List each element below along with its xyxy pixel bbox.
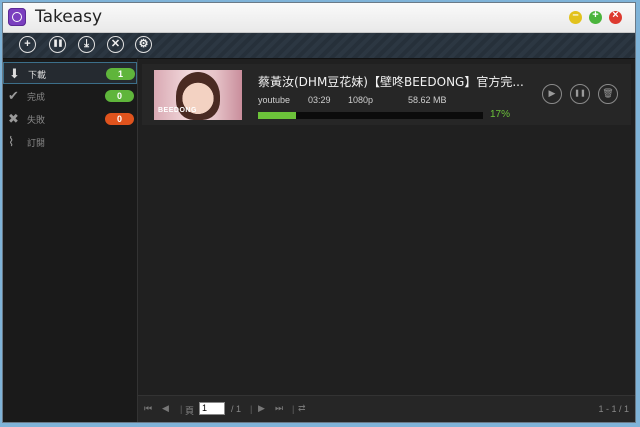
play-icon: ▶: [548, 88, 556, 98]
download-source: youtube: [258, 95, 291, 105]
video-thumbnail: BEEDONG: [154, 70, 242, 120]
download-list: BEEDONG 蔡黃汝(DHM豆花妹)【壁咚BEEDONG】官方完... you…: [138, 59, 635, 396]
sidebar-item-downloading[interactable]: ⬇ 下載 1: [3, 62, 137, 84]
delete-button[interactable]: 🗑: [598, 84, 618, 104]
download-size: 58.62 MB: [408, 95, 447, 105]
download-item[interactable]: BEEDONG 蔡黃汝(DHM豆花妹)【壁咚BEEDONG】官方完... you…: [142, 64, 631, 125]
page-range: 1 - 1 / 1: [598, 404, 629, 414]
cancel-download-button[interactable]: ✕: [107, 36, 124, 53]
sidebar-item-subscriptions[interactable]: ⌇ 訂閱: [3, 131, 137, 153]
sidebar-item-completed[interactable]: ✔ 完成 0: [3, 85, 137, 107]
cancel-icon: ✕: [110, 38, 121, 50]
rss-icon: ⌇: [8, 134, 15, 149]
check-icon: ✔: [8, 88, 19, 103]
progress-bar: [258, 112, 483, 119]
page-total: / 1: [231, 404, 242, 414]
pagination-bar: ⏮ ◀ | 頁 1 / 1 | ▶ ⏭ | ⇄ 1 - 1 / 1: [138, 395, 635, 422]
progress-fill: [258, 112, 297, 119]
count-badge: 0: [105, 113, 134, 125]
sidebar-item-label: 下載: [28, 71, 47, 81]
pause-all-icon: ❚❚: [52, 40, 64, 47]
plus-icon: +: [24, 38, 31, 50]
app-logo-icon: [8, 8, 26, 26]
sidebar: ⬇ 下載 1 ✔ 完成 0 ✖ 失敗 0 ⌇ 訂閱: [3, 59, 138, 422]
prev-page-icon[interactable]: ◀: [162, 403, 169, 414]
maximize-button[interactable]: +: [589, 9, 602, 24]
app-window: Takeasy – + × + ❚❚ ⤓ ✕ ⚙ ⬇ 下載 1 ✔ 完成 0 ✖…: [2, 2, 636, 423]
settings-icon: ⚙: [138, 38, 149, 50]
add-download-button[interactable]: +: [19, 36, 36, 53]
toolbar: + ❚❚ ⤓ ✕ ⚙: [3, 33, 635, 59]
trash-icon: 🗑: [602, 88, 614, 98]
sidebar-item-label: 訂閱: [27, 139, 46, 149]
close-window-button[interactable]: ×: [609, 9, 622, 24]
page-label: 頁: [185, 406, 195, 416]
download-quality: 1080p: [348, 95, 374, 105]
download-tray-icon: ⬇: [9, 66, 20, 81]
pause-button[interactable]: ❚❚: [570, 84, 590, 104]
page-number-input[interactable]: 1: [199, 402, 225, 415]
thumbnail-brand-text: BEEDONG: [158, 107, 197, 114]
play-button[interactable]: ▶: [542, 84, 562, 104]
count-badge: 0: [105, 90, 134, 102]
download-title: 蔡黃汝(DHM豆花妹)【壁咚BEEDONG】官方完...: [258, 75, 524, 89]
count-badge: 1: [106, 68, 135, 80]
next-page-icon[interactable]: ▶: [258, 403, 265, 414]
app-title: Takeasy: [35, 7, 103, 27]
sidebar-item-failed[interactable]: ✖ 失敗 0: [3, 108, 137, 130]
last-page-icon[interactable]: ⏭: [275, 403, 283, 414]
refresh-icon[interactable]: ⇄: [298, 403, 306, 414]
download-duration: 03:29: [308, 95, 331, 105]
minimize-button[interactable]: –: [569, 9, 582, 24]
title-bar[interactable]: Takeasy – + ×: [3, 3, 635, 33]
pause-all-button[interactable]: ❚❚: [49, 36, 66, 53]
sidebar-item-label: 完成: [27, 93, 46, 103]
start-download-button[interactable]: ⤓: [78, 36, 95, 53]
first-page-icon[interactable]: ⏮: [144, 403, 152, 414]
download-icon: ⤓: [84, 38, 89, 50]
pause-icon: ❚❚: [574, 90, 586, 97]
sidebar-item-label: 失敗: [27, 116, 46, 126]
settings-button[interactable]: ⚙: [135, 36, 152, 53]
x-icon: ✖: [8, 111, 19, 126]
progress-percent: 17%: [490, 109, 511, 120]
